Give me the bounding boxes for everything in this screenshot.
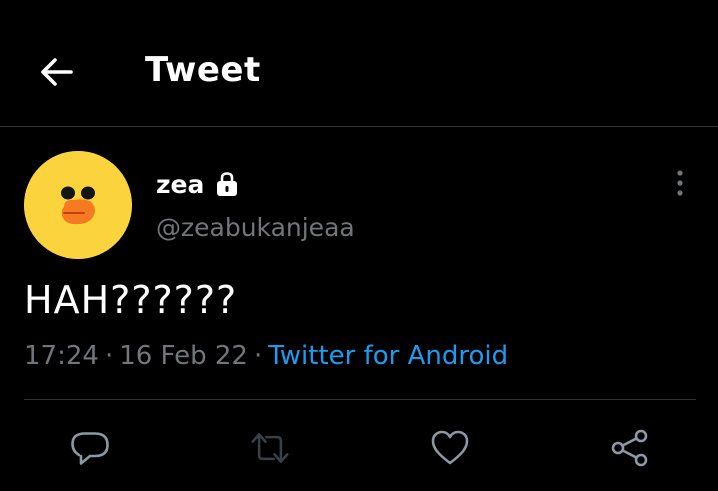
arrow-left-icon [41,58,73,86]
back-button[interactable] [34,52,78,92]
more-options-button[interactable] [666,166,694,200]
tweet-source-link[interactable]: Twitter for Android [268,341,508,371]
more-vertical-icon [677,170,683,196]
reply-button[interactable] [70,428,110,468]
tweet-text: HAH?????? [24,278,238,322]
tweet-metadata: 17:24 · 16 Feb 22 · Twitter for Android [24,341,508,371]
share-button[interactable] [610,428,650,468]
retweet-icon [251,433,289,463]
author-handle[interactable]: @zeabukanjeaa [156,213,355,242]
tweet-date: 16 Feb 22 [119,341,248,371]
divider [24,399,696,400]
separator-dot: · [104,341,114,371]
separator-dot: · [253,341,263,371]
page-title: Tweet [145,50,261,90]
author-name-row: zea [156,168,240,200]
author-display-name[interactable]: zea [156,170,204,199]
retweet-button[interactable] [250,428,290,468]
like-button[interactable] [430,428,470,468]
avatar[interactable] [24,151,132,259]
reply-icon [71,432,109,465]
tweet-time: 17:24 [24,341,99,371]
share-icon [611,429,648,467]
top-app-bar: Tweet [0,0,718,127]
duck-avatar-icon [24,151,132,259]
heart-icon [431,430,469,465]
lock-icon [217,172,238,196]
